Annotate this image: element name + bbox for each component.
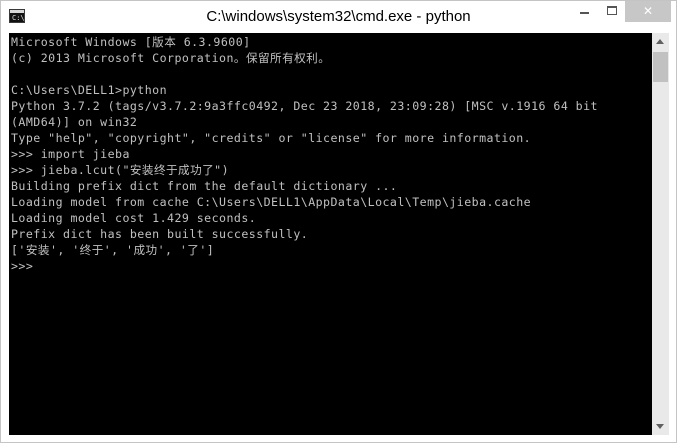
console-line: Loading model from cache C:\Users\DELL1\… bbox=[11, 195, 532, 209]
scroll-thumb[interactable] bbox=[653, 52, 668, 82]
console-prompt-line: >>> bbox=[11, 259, 34, 273]
console-line: >>> import jieba bbox=[11, 147, 130, 161]
console-line: >>> jieba.lcut("安装终于成功了") bbox=[11, 163, 230, 177]
scroll-down-button[interactable] bbox=[652, 418, 669, 435]
console-line: Prefix dict has been built successfully. bbox=[11, 227, 309, 241]
console-line: Loading model cost 1.429 seconds. bbox=[11, 211, 257, 225]
close-button[interactable]: ✕ bbox=[625, 1, 671, 22]
console-line: Python 3.7.2 (tags/v3.7.2:9a3ffc0492, De… bbox=[11, 99, 598, 113]
scroll-up-button[interactable] bbox=[652, 33, 669, 50]
console-line: Building prefix dict from the default di… bbox=[11, 179, 398, 193]
console-line: C:\Users\DELL1>python bbox=[11, 83, 168, 97]
console-line: Type "help", "copyright", "credits" or "… bbox=[11, 131, 532, 145]
minimize-icon bbox=[580, 12, 589, 14]
arrow-up-icon bbox=[656, 39, 664, 44]
vertical-scrollbar[interactable] bbox=[652, 33, 669, 435]
console-line: (c) 2013 Microsoft Corporation。保留所有权利。 bbox=[11, 51, 331, 65]
console-line: ['安装', '终于', '成功', '了'] bbox=[11, 243, 215, 257]
console-line: Microsoft Windows [版本 6.3.9600] bbox=[11, 35, 251, 49]
cmd-window: C:\ C:\windows\system32\cmd.exe - python… bbox=[0, 0, 677, 443]
window-bottom-border bbox=[1, 435, 676, 442]
close-icon: ✕ bbox=[642, 4, 654, 18]
minimize-button[interactable] bbox=[572, 1, 598, 22]
title-bar[interactable]: C:\ C:\windows\system32\cmd.exe - python… bbox=[1, 1, 676, 33]
console-text: Microsoft Windows [版本 6.3.9600] (c) 2013 … bbox=[9, 33, 652, 274]
maximize-icon bbox=[607, 6, 617, 15]
maximize-button[interactable] bbox=[599, 1, 625, 22]
arrow-down-icon bbox=[656, 424, 664, 429]
console-line: (AMD64)] on win32 bbox=[11, 115, 138, 129]
console-output[interactable]: Microsoft Windows [版本 6.3.9600] (c) 2013 … bbox=[9, 33, 652, 435]
